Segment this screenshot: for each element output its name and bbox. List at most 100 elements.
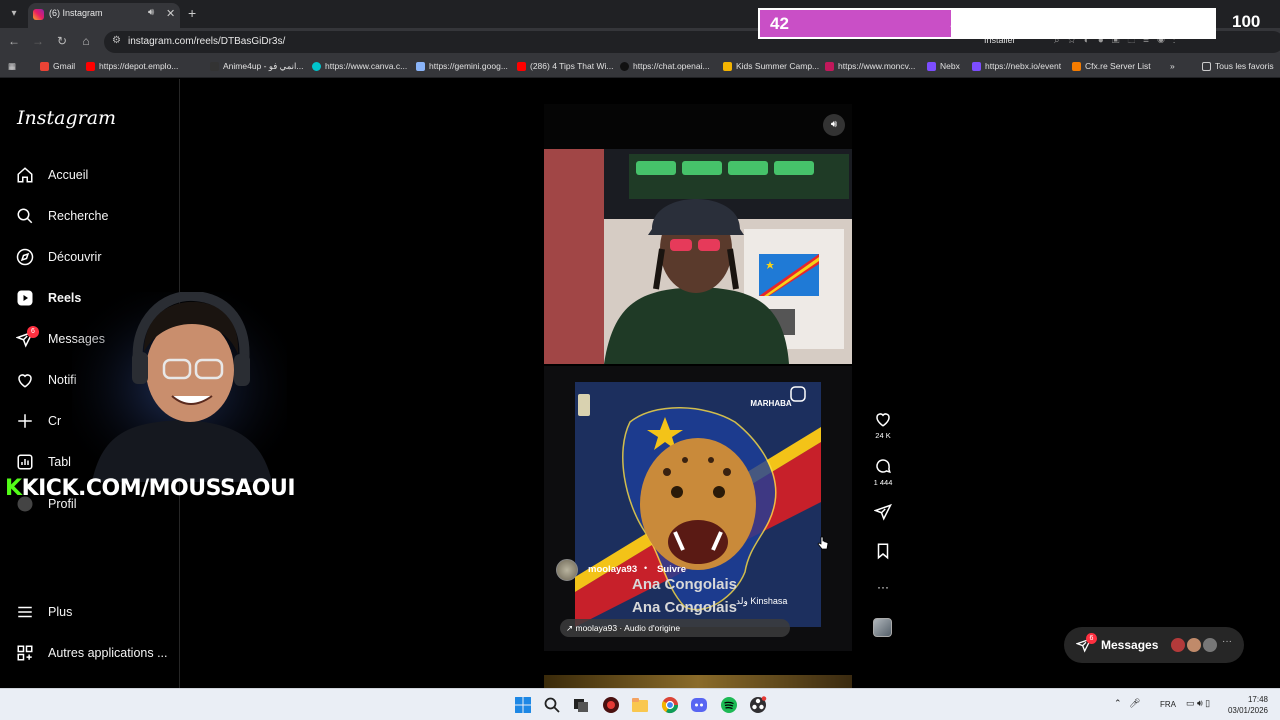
bookmark-gmail[interactable]: Gmail [40, 61, 75, 71]
next-reel-preview[interactable] [544, 675, 852, 688]
all-bookmarks-folder[interactable]: Tous les favoris [1202, 61, 1274, 71]
bookmark-nebx[interactable]: Nebx [927, 61, 960, 71]
volume-speaker-icon[interactable]: 🔊︎ [823, 114, 845, 136]
forward-arrow-icon[interactable]: → [30, 34, 46, 48]
nav-recherche[interactable]: Recherche [16, 201, 176, 231]
obs-icon[interactable] [749, 696, 767, 714]
subscriber-label: SUBSCRIBERS [950, 14, 1080, 33]
follow-button[interactable]: Suivre [657, 564, 686, 575]
bookmark-kids-camp[interactable]: Kids Summer Camp... [723, 61, 819, 71]
bookmarks-overflow-chevron-icon[interactable]: » [1170, 61, 1175, 71]
network-volume-battery-icons[interactable]: ▭ 🔊︎ ▯ [1186, 698, 1210, 709]
reel-caption-city: ولد Kinshasa [736, 596, 788, 606]
bookmark-gemini[interactable]: https://gemini.goog... [416, 61, 508, 71]
bookmark-chatgpt[interactable]: https://chat.openai... [620, 61, 710, 71]
bookmark-nebx-event[interactable]: https://nebx.io/event [972, 61, 1061, 71]
reel-top-band [544, 104, 852, 149]
bookmark-icon [877, 543, 889, 560]
bookmark-depot[interactable]: https://depot.emplo... [86, 61, 178, 71]
nav-plus[interactable]: Plus [16, 597, 176, 627]
clock-date: 03/01/2026 [1227, 706, 1268, 715]
menu-icon [18, 606, 32, 618]
bookmark-canva[interactable]: https://www.canva.c... [312, 61, 407, 71]
author-avatar[interactable] [556, 559, 578, 581]
avatar [1186, 637, 1202, 653]
chrome-icon[interactable] [661, 696, 679, 714]
messages-label: Messages [1101, 638, 1159, 652]
reload-icon[interactable]: ↻ [54, 34, 70, 48]
more-icon: ··· [1222, 636, 1232, 647]
task-view-icon[interactable] [572, 696, 590, 714]
kick-channel-banner: KKICK.COM/MOUSSAOUI [5, 476, 296, 501]
apps-grid-icon[interactable]: ▦ [8, 61, 16, 72]
more-options-icon[interactable]: ··· [868, 580, 898, 594]
streamer-webcam [72, 292, 287, 482]
bookmark-moncv[interactable]: https://www.moncv... [825, 61, 915, 71]
hand-cursor-icon [817, 536, 829, 550]
bookmark-anime4up[interactable]: Anime4up - انمي فو... [210, 61, 303, 72]
comment-count: 1 444 [873, 478, 893, 487]
reels-icon [17, 290, 33, 306]
discord-icon[interactable] [690, 696, 708, 714]
bookmark-cfx[interactable]: Cfx.re Server List [1072, 61, 1151, 71]
save-button[interactable] [868, 542, 898, 560]
windows-start-icon[interactable] [514, 696, 532, 714]
kick-logo-icon: K [5, 476, 22, 501]
messages-badge: 6 [1086, 633, 1097, 644]
svg-text:MARHABA: MARHABA [750, 399, 792, 408]
reel-caption-line: Ana Congolais [632, 599, 738, 616]
original-audio-link[interactable]: ↗ moolaya93 · Audio d'origine [560, 619, 790, 637]
audio-label: moolaya93 · Audio d'origine [575, 623, 681, 633]
avatar [1202, 637, 1218, 653]
plus-icon [18, 414, 32, 428]
avatar [1170, 637, 1186, 653]
site-info-icon[interactable]: ⚙ [112, 35, 121, 46]
tab-title: (6) Instagram [49, 8, 103, 18]
home-icon [17, 167, 33, 183]
tab-speaker-icon[interactable]: 🔊︎ [148, 7, 154, 18]
system-tray-icons[interactable]: ⌃ 🎤︎ [1114, 698, 1140, 709]
nav-decouvrir[interactable]: Découvrir [16, 242, 176, 272]
reel-media-area: MARHABA moolaya93 • Suivre Ana Congolais… [544, 366, 852, 651]
reel-video[interactable]: 🔊︎ MARHABA moolaya93 • Suivre Ana Congol… [544, 104, 852, 651]
subscriber-goal-bar: 42 SUBSCRIBERS [758, 8, 1216, 39]
audio-thumbnail[interactable] [873, 618, 892, 637]
clock-time: 17:48 [1247, 695, 1268, 704]
tab-search-chevron-down-icon[interactable]: ▾ [6, 6, 22, 22]
reel-caption-line: Ana Congolais [632, 576, 738, 593]
like-button[interactable]: 24 K [868, 410, 898, 440]
comment-icon [876, 459, 891, 474]
taskbar-clock[interactable]: 17:48 03/01/2026 [1222, 694, 1268, 716]
nav-accueil[interactable]: Accueil [16, 160, 176, 190]
tab-close-icon[interactable]: ✕ [166, 7, 175, 20]
bookmark-youtube[interactable]: (286) 4 Tips That Wi... [517, 61, 613, 71]
input-language[interactable]: FRA [1160, 700, 1176, 709]
taskbar-search-icon[interactable] [543, 696, 561, 714]
subscriber-count: 42 [770, 14, 789, 33]
spotify-icon[interactable] [720, 696, 738, 714]
url-text[interactable]: instagram.com/reels/DTBasGiDr3s/ [128, 36, 285, 47]
nav-autres-applications[interactable]: Autres applications ... [16, 638, 176, 668]
windows-taskbar: ⌃ 🎤︎ FRA ▭ 🔊︎ ▯ 17:48 03/01/2026 [0, 688, 1280, 720]
compass-icon [16, 248, 34, 266]
home-icon[interactable]: ⌂ [78, 34, 94, 48]
search-icon [17, 208, 33, 224]
new-tab-plus-icon[interactable]: + [188, 5, 196, 21]
kick-channel-url: KICK.COM/MOUSSAOUI [21, 476, 296, 501]
browser-tab-active[interactable]: (6) Instagram 🔊︎ ✕ [28, 3, 180, 28]
heart-icon [18, 374, 32, 388]
comment-button[interactable]: 1 444 [868, 457, 898, 487]
share-button[interactable] [868, 503, 898, 521]
author-username[interactable]: moolaya93 [588, 564, 637, 575]
messages-floating-button[interactable]: 6 Messages ··· [1064, 627, 1244, 663]
back-arrow-icon[interactable]: ← [6, 34, 22, 48]
subscriber-goal: 100 [1232, 12, 1261, 31]
file-explorer-icon[interactable] [631, 696, 649, 714]
dashboard-icon [17, 454, 33, 470]
instagram-logo[interactable]: Instagram [17, 107, 116, 129]
recording-app-icon[interactable] [602, 696, 620, 714]
instagram-favicon-icon [33, 9, 44, 20]
apps-grid-icon [17, 645, 33, 661]
send-icon [874, 503, 892, 521]
bookmarks-bar: ▦ Gmail https://depot.emplo... Anime4up … [0, 56, 1280, 78]
